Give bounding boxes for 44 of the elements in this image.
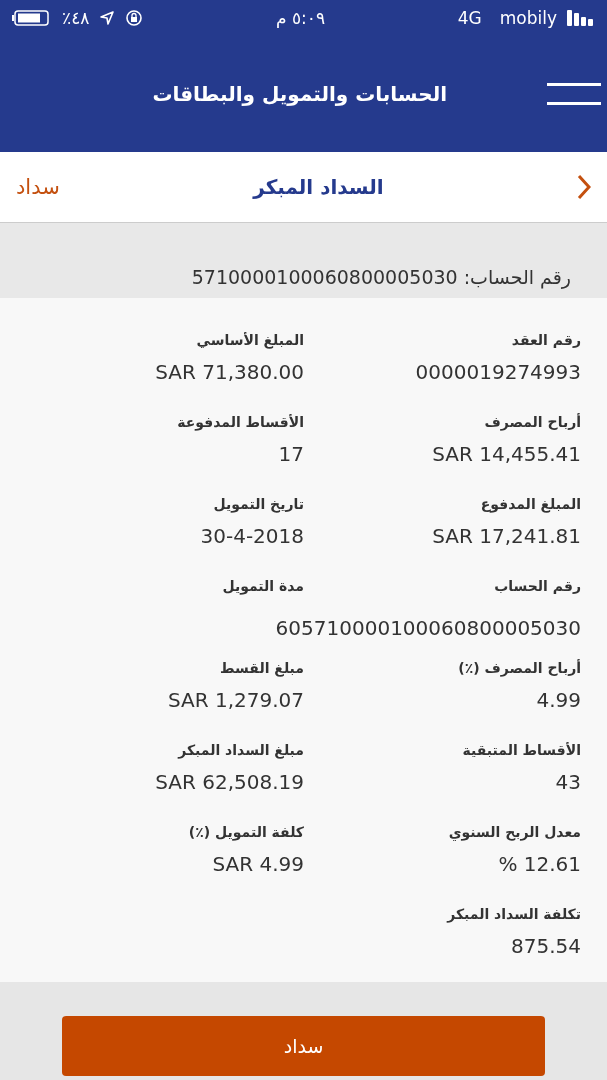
field-label: تاريخ التمويل — [213, 496, 304, 512]
field-label: مدة التمويل — [222, 578, 304, 594]
field-value: % 12.61 — [498, 852, 581, 876]
field-value: 43 — [555, 770, 581, 794]
signal-icon — [567, 10, 595, 26]
field-label: مبلغ القسط — [220, 660, 304, 676]
field-label: مبلغ السداد المبكر — [178, 742, 304, 758]
header-title: الحسابات والتمويل والبطاقات — [152, 82, 447, 106]
field-label: المبلغ الأساسي — [196, 332, 304, 348]
location-icon — [99, 10, 116, 26]
menu-icon[interactable] — [547, 83, 601, 105]
field-value: 30-4-2018 — [200, 524, 304, 548]
field-value: 0000019274993 — [415, 360, 581, 384]
field-label: رقم العقد — [511, 332, 581, 348]
field-label: معدل الربح السنوي — [448, 824, 581, 840]
field-label: تكلفة السداد المبكر — [447, 906, 581, 922]
back-icon[interactable] — [577, 174, 591, 200]
field-value: SAR 4.99 — [212, 852, 304, 876]
field-value: 605710000100060800005030 — [275, 616, 581, 640]
field-value: SAR 1,279.07 — [167, 688, 304, 712]
pay-link[interactable]: سداد — [16, 175, 60, 199]
rotation-lock-icon — [125, 9, 144, 27]
clock: ٥:٠٩ م — [276, 8, 326, 28]
battery-icon — [12, 9, 52, 27]
field-label: كلفة التمويل (٪) — [188, 824, 304, 840]
pay-button[interactable]: سداد — [62, 1016, 545, 1076]
account-number: رقم الحساب: 5710000100060800005030 — [191, 266, 571, 288]
field-value: 17 — [278, 442, 304, 466]
page-title: السداد المبكر — [253, 175, 384, 199]
field-label: الأقساط المدفوعة — [177, 414, 304, 430]
network-type: 4G — [457, 8, 482, 28]
battery-percent: ٪٤٨ — [62, 8, 90, 28]
field-label: رقم الحساب — [494, 578, 581, 594]
field-value: 875.54 — [511, 934, 581, 958]
field-value: SAR 17,241.81 — [432, 524, 581, 548]
field-label: أرباح المصرف (٪) — [458, 660, 581, 676]
field-label: أرباح المصرف — [484, 414, 581, 430]
field-label: المبلغ المدفوع — [480, 496, 581, 512]
field-value: SAR 62,508.19 — [155, 770, 304, 794]
field-value: SAR 14,455.41 — [432, 442, 581, 466]
field-value: 4.99 — [536, 688, 581, 712]
field-label: الأقساط المتبقية — [462, 742, 581, 758]
field-value: SAR 71,380.00 — [155, 360, 304, 384]
carrier-name: mobily — [499, 8, 557, 28]
